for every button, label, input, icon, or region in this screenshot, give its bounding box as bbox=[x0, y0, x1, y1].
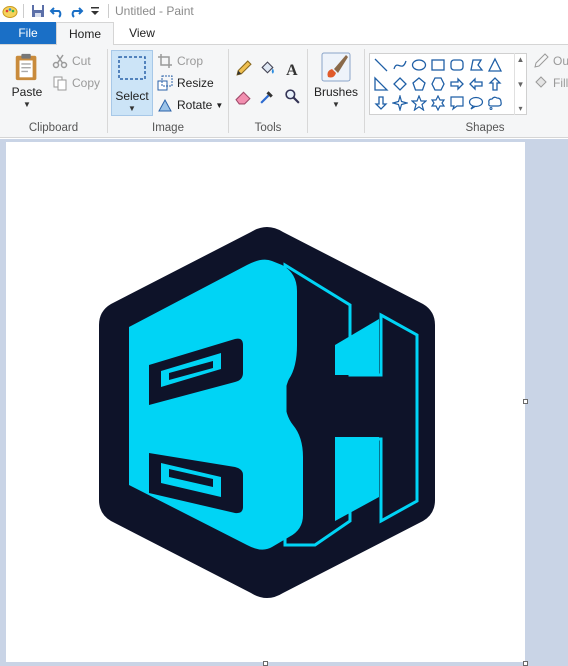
scroll-up-icon[interactable]: ▲ bbox=[517, 55, 525, 64]
five-point-star-shape-icon[interactable] bbox=[410, 94, 428, 112]
shapes-gallery-scroll[interactable]: ▲ ▼ ▾ bbox=[514, 53, 526, 115]
line-shape-icon[interactable] bbox=[372, 56, 390, 74]
rotate-label: Rotate bbox=[177, 98, 213, 112]
diamond-shape-icon[interactable] bbox=[391, 75, 409, 93]
color-picker-icon[interactable] bbox=[257, 86, 277, 106]
rotate-button[interactable]: Rotate ▼ bbox=[157, 95, 223, 115]
tab-file[interactable]: File bbox=[0, 22, 56, 44]
left-arrow-shape-icon[interactable] bbox=[467, 75, 485, 93]
four-point-star-shape-icon[interactable] bbox=[391, 94, 409, 112]
scroll-down-icon[interactable]: ▼ bbox=[517, 80, 525, 89]
polygon-shape-icon[interactable] bbox=[467, 56, 485, 74]
tab-view[interactable]: View bbox=[114, 22, 170, 44]
canvas-workspace bbox=[0, 139, 568, 666]
hexagon-shape-icon[interactable] bbox=[429, 75, 447, 93]
image-group-label: Image bbox=[152, 122, 184, 134]
title-bar: Untitled - Paint bbox=[0, 0, 568, 22]
triangle-shape-icon[interactable] bbox=[486, 56, 504, 74]
gallery-expand-icon[interactable]: ▾ bbox=[518, 104, 522, 113]
down-arrow-shape-icon[interactable] bbox=[372, 94, 390, 112]
paste-icon bbox=[15, 53, 37, 81]
copy-label: Copy bbox=[72, 76, 101, 90]
cut-button[interactable]: Cut bbox=[52, 51, 91, 71]
eraser-icon[interactable] bbox=[233, 86, 253, 106]
select-button[interactable]: Select ▼ bbox=[111, 50, 153, 116]
shapes-group-label: Shapes bbox=[465, 122, 505, 134]
chevron-down-icon: ▼ bbox=[332, 100, 340, 109]
shape-outline-button[interactable]: Ou bbox=[533, 51, 568, 71]
rounded-rectangle-shape-icon[interactable] bbox=[448, 56, 466, 74]
brush-icon bbox=[321, 52, 351, 82]
cut-label: Cut bbox=[72, 54, 91, 68]
customize-dropdown-icon[interactable] bbox=[86, 2, 104, 20]
resize-label: Resize bbox=[177, 76, 214, 90]
rectangle-shape-icon[interactable] bbox=[429, 56, 447, 74]
fill-bucket-icon[interactable] bbox=[257, 58, 277, 78]
right-arrow-shape-icon[interactable] bbox=[448, 75, 466, 93]
oval-shape-icon[interactable] bbox=[410, 56, 428, 74]
cloud-callout-shape-icon[interactable] bbox=[486, 94, 504, 112]
crop-label: Crop bbox=[177, 54, 204, 68]
oval-callout-shape-icon[interactable] bbox=[467, 94, 485, 112]
clipboard-group: Paste ▼ Cut Copy Clipboard bbox=[0, 45, 107, 137]
undo-icon[interactable] bbox=[48, 2, 66, 20]
chevron-down-icon: ▼ bbox=[215, 100, 224, 110]
ribbon-tabs: File Home View bbox=[0, 22, 568, 45]
up-arrow-shape-icon[interactable] bbox=[486, 75, 504, 93]
magnifier-icon[interactable] bbox=[282, 86, 302, 106]
bh-logo-image bbox=[99, 227, 435, 598]
pencil-icon[interactable] bbox=[233, 58, 253, 78]
shape-fill-button[interactable]: Fill bbox=[533, 73, 568, 93]
shape-fill-label: Fill bbox=[553, 76, 568, 90]
redo-icon[interactable] bbox=[67, 2, 85, 20]
divider bbox=[23, 4, 24, 18]
fill-icon bbox=[535, 76, 547, 88]
resize-icon bbox=[157, 75, 173, 91]
brushes-label: Brushes bbox=[313, 85, 359, 99]
window-title: Untitled - Paint bbox=[115, 4, 194, 18]
tools-group-label: Tools bbox=[254, 122, 282, 134]
six-point-star-shape-icon[interactable] bbox=[429, 94, 447, 112]
right-triangle-shape-icon[interactable] bbox=[372, 75, 390, 93]
curve-shape-icon[interactable] bbox=[391, 56, 409, 74]
copy-button[interactable]: Copy bbox=[52, 73, 100, 93]
chevron-down-icon: ▼ bbox=[128, 104, 136, 113]
scissors-icon bbox=[52, 54, 68, 69]
crop-button[interactable]: Crop bbox=[157, 51, 203, 71]
paste-label: Paste bbox=[11, 85, 43, 99]
crop-icon bbox=[158, 54, 172, 68]
canvas-resize-handle-right[interactable] bbox=[523, 399, 528, 404]
pentagon-shape-icon[interactable] bbox=[410, 75, 428, 93]
outline-icon bbox=[534, 53, 549, 68]
paste-button[interactable]: Paste ▼ bbox=[8, 51, 46, 109]
divider bbox=[108, 4, 109, 18]
rotate-icon bbox=[158, 98, 172, 112]
selection-rectangle-icon bbox=[118, 56, 146, 80]
text-icon[interactable]: A bbox=[282, 58, 302, 78]
shape-outline-label: Ou bbox=[553, 54, 568, 68]
ribbon: Paste ▼ Cut Copy Clipboard Image Select … bbox=[0, 44, 568, 138]
drawing-canvas[interactable] bbox=[6, 142, 525, 662]
tab-home[interactable]: Home bbox=[56, 22, 114, 45]
chevron-down-icon: ▼ bbox=[23, 100, 31, 109]
select-label: Select bbox=[115, 89, 149, 103]
clipboard-group-label: Clipboard bbox=[28, 122, 79, 134]
canvas-resize-handle-bottom[interactable] bbox=[263, 661, 268, 666]
paint-app-icon[interactable] bbox=[1, 2, 19, 20]
copy-icon bbox=[53, 76, 67, 91]
brushes-button[interactable]: Brushes ▼ bbox=[313, 51, 359, 109]
save-icon[interactable] bbox=[29, 2, 47, 20]
resize-button[interactable]: Resize bbox=[157, 73, 214, 93]
svg-text:A: A bbox=[286, 61, 298, 76]
rectangular-callout-shape-icon[interactable] bbox=[448, 94, 466, 112]
canvas-resize-handle-corner[interactable] bbox=[523, 661, 528, 666]
shapes-gallery bbox=[369, 53, 527, 115]
